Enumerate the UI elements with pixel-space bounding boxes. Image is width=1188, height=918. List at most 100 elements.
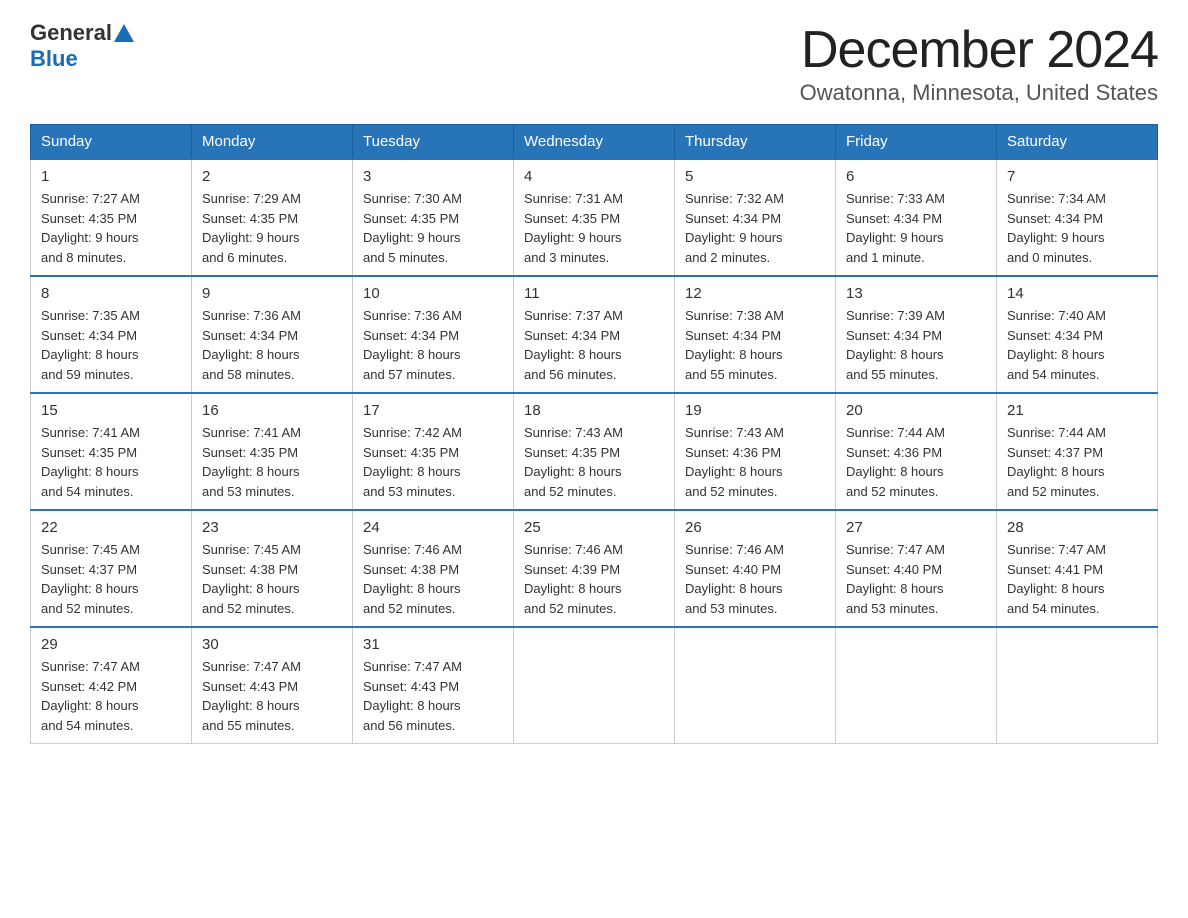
sunset-text: Sunset: 4:35 PM xyxy=(41,443,181,463)
calendar-cell: 11Sunrise: 7:37 AMSunset: 4:34 PMDayligh… xyxy=(514,276,675,393)
day-number: 17 xyxy=(363,402,503,419)
sunset-text: Sunset: 4:43 PM xyxy=(363,677,503,697)
daylight-text: Daylight: 8 hours xyxy=(41,696,181,716)
day-info: Sunrise: 7:46 AMSunset: 4:38 PMDaylight:… xyxy=(363,540,503,618)
day-info: Sunrise: 7:45 AMSunset: 4:38 PMDaylight:… xyxy=(202,540,342,618)
sunrise-text: Sunrise: 7:45 AM xyxy=(202,540,342,560)
calendar-cell: 31 Sunrise: 7:47 AMSunset: 4:43 PMDayligh… xyxy=(353,627,514,744)
logo-text: General xyxy=(30,20,136,46)
sunrise-text: Sunrise: 7:47 AM xyxy=(846,540,986,560)
location-subtitle: Owatonna, Minnesota, United States xyxy=(800,80,1158,106)
daylight-text: Daylight: 8 hours xyxy=(685,345,825,365)
day-number: 5 xyxy=(685,168,825,185)
daylight-text-cont: and 6 minutes. xyxy=(202,248,342,268)
day-number: 2 xyxy=(202,168,342,185)
sunset-text: Sunset: 4:34 PM xyxy=(685,209,825,229)
calendar-header: SundayMondayTuesdayWednesdayThursdayFrid… xyxy=(31,125,1158,160)
day-info: Sunrise: 7:29 AMSunset: 4:35 PMDaylight:… xyxy=(202,189,342,267)
day-number: 31 xyxy=(363,636,503,653)
calendar-cell: 13Sunrise: 7:39 AMSunset: 4:34 PMDayligh… xyxy=(836,276,997,393)
daylight-text-cont: and 1 minute. xyxy=(846,248,986,268)
calendar-cell xyxy=(514,627,675,744)
day-number: 28 xyxy=(1007,519,1147,536)
sunset-text: Sunset: 4:36 PM xyxy=(685,443,825,463)
daylight-text: Daylight: 8 hours xyxy=(846,579,986,599)
day-number: 14 xyxy=(1007,285,1147,302)
day-number: 19 xyxy=(685,402,825,419)
daylight-text: Daylight: 8 hours xyxy=(363,345,503,365)
daylight-text-cont: and 53 minutes. xyxy=(846,599,986,619)
day-info: Sunrise: 7:36 AMSunset: 4:34 PMDaylight:… xyxy=(363,306,503,384)
calendar-cell xyxy=(836,627,997,744)
day-number: 26 xyxy=(685,519,825,536)
sunrise-text: Sunrise: 7:43 AM xyxy=(524,423,664,443)
daylight-text-cont: and 52 minutes. xyxy=(202,599,342,619)
sunrise-text: Sunrise: 7:34 AM xyxy=(1007,189,1147,209)
day-number: 29 xyxy=(41,636,181,653)
sunset-text: Sunset: 4:34 PM xyxy=(41,326,181,346)
calendar-cell: 17Sunrise: 7:42 AMSunset: 4:35 PMDayligh… xyxy=(353,393,514,510)
sunrise-text: Sunrise: 7:39 AM xyxy=(846,306,986,326)
day-info: Sunrise: 7:45 AMSunset: 4:37 PMDaylight:… xyxy=(41,540,181,618)
day-number: 7 xyxy=(1007,168,1147,185)
day-number: 18 xyxy=(524,402,664,419)
sunrise-text: Sunrise: 7:42 AM xyxy=(363,423,503,443)
sunrise-text: Sunrise: 7:47 AM xyxy=(41,657,181,677)
daylight-text: Daylight: 9 hours xyxy=(685,228,825,248)
daylight-text: Daylight: 8 hours xyxy=(524,345,664,365)
sunrise-text: Sunrise: 7:47 AM xyxy=(363,657,503,677)
day-number: 12 xyxy=(685,285,825,302)
calendar-body: 1Sunrise: 7:27 AMSunset: 4:35 PMDaylight… xyxy=(31,159,1158,744)
calendar-cell: 28 Sunrise: 7:47 AMSunset: 4:41 PMDayligh… xyxy=(997,510,1158,627)
daylight-text-cont: and 59 minutes. xyxy=(41,365,181,385)
sunset-text: Sunset: 4:34 PM xyxy=(1007,326,1147,346)
day-info: Sunrise: 7:44 AMSunset: 4:37 PMDaylight:… xyxy=(1007,423,1147,501)
day-info: Sunrise: 7:40 AMSunset: 4:34 PMDaylight:… xyxy=(1007,306,1147,384)
daylight-text-cont: and 52 minutes. xyxy=(363,599,503,619)
calendar-cell: 10 Sunrise: 7:36 AMSunset: 4:34 PMDayligh… xyxy=(353,276,514,393)
sunset-text: Sunset: 4:34 PM xyxy=(363,326,503,346)
day-info: Sunrise: 7:47 AMSunset: 4:40 PMDaylight:… xyxy=(846,540,986,618)
calendar-cell: 25Sunrise: 7:46 AMSunset: 4:39 PMDayligh… xyxy=(514,510,675,627)
day-info: Sunrise: 7:43 AMSunset: 4:36 PMDaylight:… xyxy=(685,423,825,501)
day-number: 21 xyxy=(1007,402,1147,419)
daylight-text: Daylight: 9 hours xyxy=(41,228,181,248)
calendar-cell: 12 Sunrise: 7:38 AMSunset: 4:34 PMDayligh… xyxy=(675,276,836,393)
calendar-cell xyxy=(675,627,836,744)
day-number: 9 xyxy=(202,285,342,302)
sunset-text: Sunset: 4:42 PM xyxy=(41,677,181,697)
day-info: Sunrise: 7:46 AMSunset: 4:40 PMDaylight:… xyxy=(685,540,825,618)
day-info: Sunrise: 7:38 AMSunset: 4:34 PMDaylight:… xyxy=(685,306,825,384)
sunrise-text: Sunrise: 7:27 AM xyxy=(41,189,181,209)
sunset-text: Sunset: 4:38 PM xyxy=(363,560,503,580)
sunset-text: Sunset: 4:34 PM xyxy=(524,326,664,346)
day-number: 10 xyxy=(363,285,503,302)
day-number: 27 xyxy=(846,519,986,536)
day-info: Sunrise: 7:37 AMSunset: 4:34 PMDaylight:… xyxy=(524,306,664,384)
calendar-cell: 24Sunrise: 7:46 AMSunset: 4:38 PMDayligh… xyxy=(353,510,514,627)
sunrise-text: Sunrise: 7:45 AM xyxy=(41,540,181,560)
daylight-text: Daylight: 8 hours xyxy=(363,579,503,599)
sunset-text: Sunset: 4:35 PM xyxy=(524,443,664,463)
daylight-text-cont: and 55 minutes. xyxy=(202,716,342,736)
sunrise-text: Sunrise: 7:47 AM xyxy=(1007,540,1147,560)
sunset-text: Sunset: 4:34 PM xyxy=(846,326,986,346)
sunset-text: Sunset: 4:41 PM xyxy=(1007,560,1147,580)
calendar-cell: 3Sunrise: 7:30 AMSunset: 4:35 PMDaylight… xyxy=(353,159,514,276)
daylight-text: Daylight: 8 hours xyxy=(1007,579,1147,599)
day-info: Sunrise: 7:44 AMSunset: 4:36 PMDaylight:… xyxy=(846,423,986,501)
sunset-text: Sunset: 4:43 PM xyxy=(202,677,342,697)
day-info: Sunrise: 7:32 AMSunset: 4:34 PMDaylight:… xyxy=(685,189,825,267)
day-info: Sunrise: 7:47 AMSunset: 4:43 PMDaylight:… xyxy=(363,657,503,735)
day-number: 22 xyxy=(41,519,181,536)
day-info: Sunrise: 7:34 AMSunset: 4:34 PMDaylight:… xyxy=(1007,189,1147,267)
calendar-cell: 20Sunrise: 7:44 AMSunset: 4:36 PMDayligh… xyxy=(836,393,997,510)
sunrise-text: Sunrise: 7:35 AM xyxy=(41,306,181,326)
daylight-text: Daylight: 8 hours xyxy=(202,462,342,482)
day-info: Sunrise: 7:47 AMSunset: 4:43 PMDaylight:… xyxy=(202,657,342,735)
daylight-text: Daylight: 9 hours xyxy=(202,228,342,248)
daylight-text-cont: and 58 minutes. xyxy=(202,365,342,385)
calendar-table: SundayMondayTuesdayWednesdayThursdayFrid… xyxy=(30,124,1158,744)
calendar-cell: 15Sunrise: 7:41 AMSunset: 4:35 PMDayligh… xyxy=(31,393,192,510)
sunrise-text: Sunrise: 7:46 AM xyxy=(685,540,825,560)
